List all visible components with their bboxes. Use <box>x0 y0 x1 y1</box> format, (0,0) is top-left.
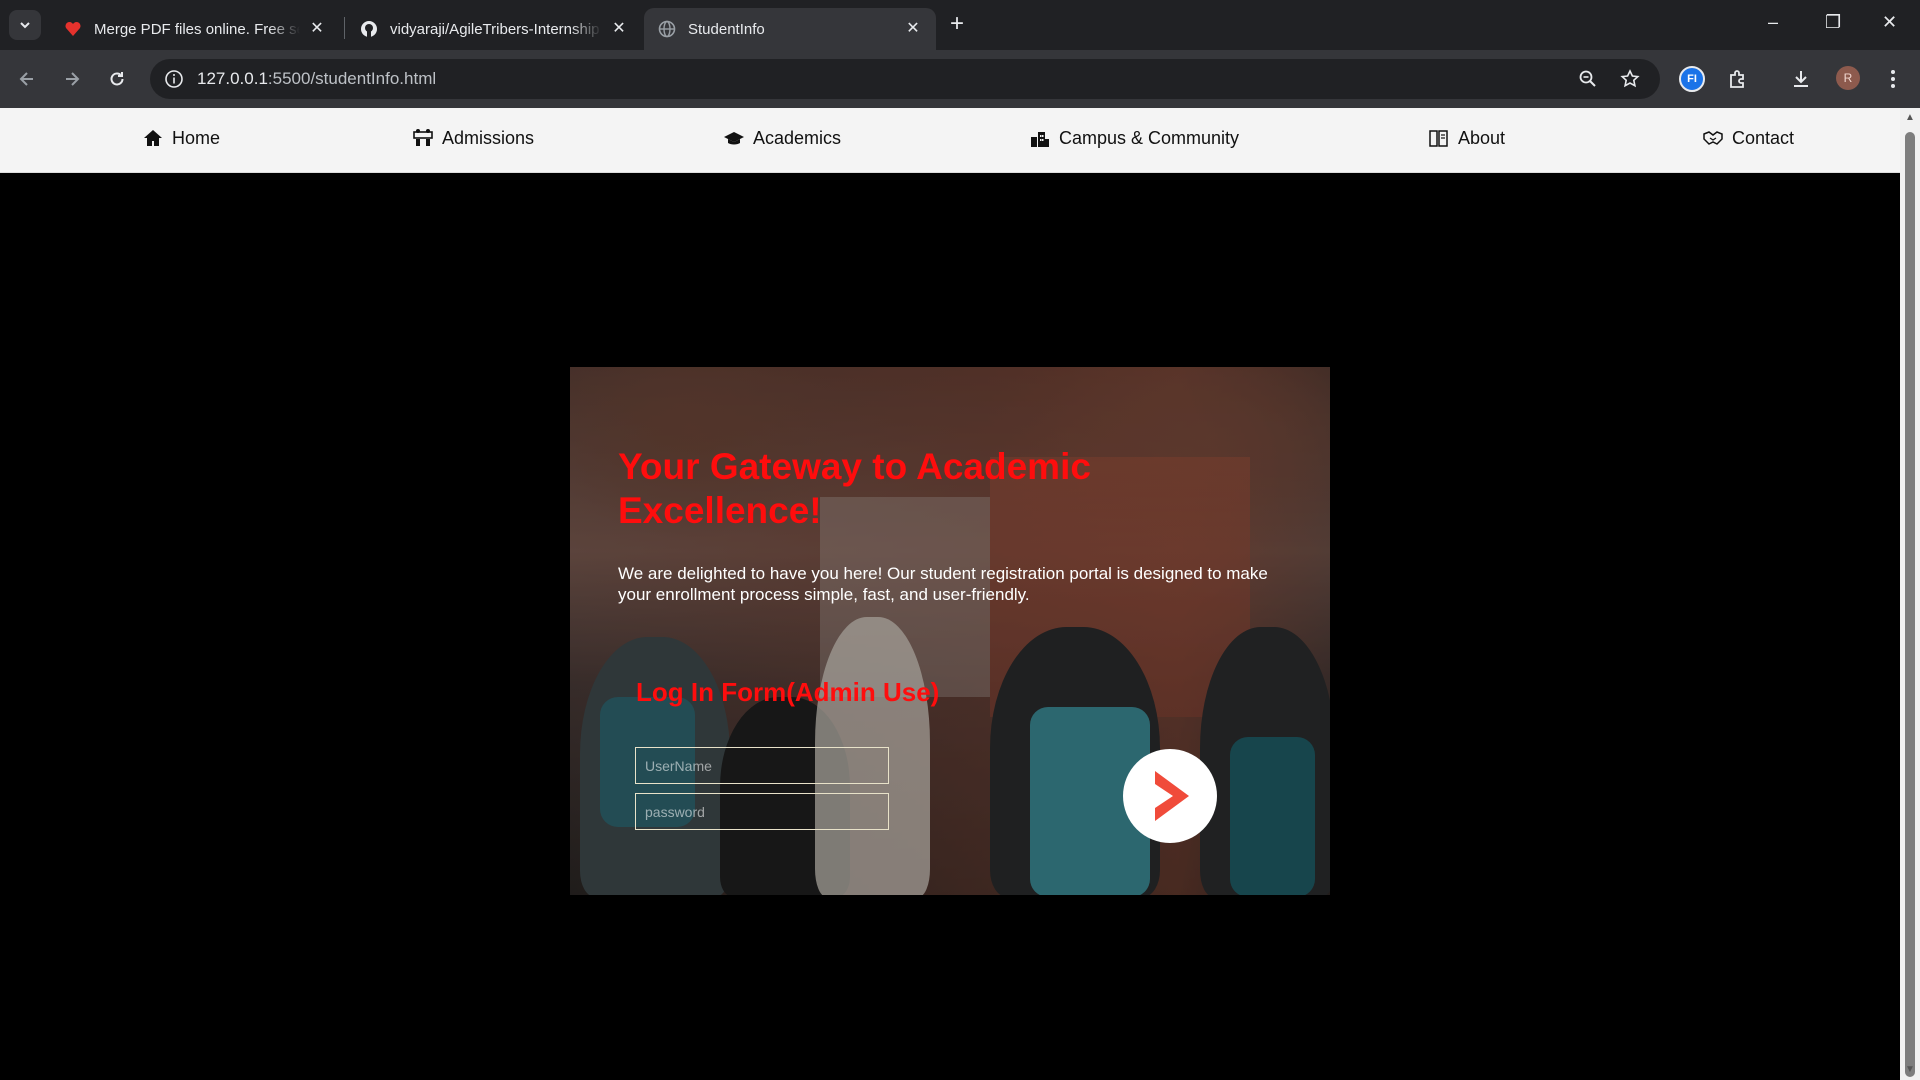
scrollbar-thumb[interactable] <box>1905 132 1915 1077</box>
tab-merge-pdf[interactable]: Merge PDF files online. Free ser ✕ <box>50 8 340 50</box>
close-icon[interactable]: ✕ <box>610 20 628 38</box>
chevron-right-icon <box>1155 771 1189 821</box>
back-icon[interactable] <box>14 66 40 92</box>
nav-campus-community[interactable]: Campus & Community <box>1029 127 1239 149</box>
scroll-up-icon[interactable]: ▲ <box>1904 112 1916 124</box>
nav-label: About <box>1458 127 1506 148</box>
forward-icon[interactable] <box>59 66 85 92</box>
url-path: :5500/studentInfo.html <box>267 69 437 88</box>
menu-kebab-icon[interactable] <box>1880 66 1906 92</box>
nav-label: Academics <box>753 127 842 148</box>
zoom-icon[interactable] <box>1578 69 1598 94</box>
tab-github[interactable]: vidyaraji/AgileTribers-Internship ✕ <box>346 8 642 50</box>
tab-title: StudentInfo <box>688 20 765 38</box>
handshake-icon <box>1702 127 1724 149</box>
hero-description: We are delighted to have you here! Our s… <box>618 564 1268 604</box>
book-icon <box>1428 127 1450 149</box>
hero-card: Your Gateway to Academic Excellence! We … <box>570 367 1330 895</box>
nav-label: Contact <box>1732 127 1795 148</box>
reload-icon[interactable] <box>104 66 130 92</box>
address-bar[interactable]: 127.0.0.1:5500/studentInfo.html <box>150 59 1660 99</box>
restore-icon[interactable]: ❐ <box>1825 12 1841 33</box>
new-tab-icon[interactable]: + <box>950 12 964 36</box>
tab-search-button[interactable] <box>9 10 41 40</box>
password-input[interactable] <box>635 793 889 830</box>
chevron-down-icon <box>20 22 30 29</box>
nav-label: Home <box>172 127 221 148</box>
username-input[interactable] <box>635 747 889 784</box>
download-icon[interactable] <box>1788 66 1814 92</box>
home-icon <box>142 127 164 149</box>
nav-contact[interactable]: Contact <box>1702 127 1794 149</box>
browser-tab-bar: Merge PDF files online. Free ser ✕ vidya… <box>0 0 1920 50</box>
close-icon[interactable]: ✕ <box>308 20 326 38</box>
tab-title: Merge PDF files online. Free ser <box>94 20 300 38</box>
nav-label: Admissions <box>442 127 535 148</box>
login-form-title: Log In Form(Admin Use) <box>636 677 940 707</box>
scroll-down-icon[interactable]: ▼ <box>1904 1064 1916 1076</box>
github-icon <box>360 20 378 38</box>
globe-icon <box>658 20 676 38</box>
login-submit-button[interactable] <box>1123 749 1217 843</box>
extension-label: FI <box>1679 66 1705 92</box>
window-close-icon[interactable]: ✕ <box>1882 12 1897 33</box>
nav-about[interactable]: About <box>1428 127 1505 149</box>
nav-label: Campus & Community <box>1059 127 1240 148</box>
graduation-cap-icon <box>723 127 745 149</box>
extension-fi-icon[interactable]: FI <box>1679 66 1705 92</box>
campus-icon <box>1029 127 1051 149</box>
url-text: 127.0.0.1:5500/studentInfo.html <box>197 69 436 89</box>
admissions-icon <box>412 127 434 149</box>
profile-avatar[interactable]: R <box>1836 66 1860 90</box>
nav-admissions[interactable]: Admissions <box>412 127 534 149</box>
nav-home[interactable]: Home <box>142 127 220 149</box>
hero-title: Your Gateway to Academic Excellence! <box>618 446 1091 531</box>
tab-separator <box>344 17 345 39</box>
url-host: 127.0.0.1 <box>197 69 268 88</box>
minimize-icon[interactable]: – <box>1768 12 1778 33</box>
site-navbar: Home Admissions Academics Campus & Commu… <box>0 108 1900 173</box>
tab-studentinfo[interactable]: StudentInfo ✕ <box>644 8 936 50</box>
pdf-heart-icon <box>64 20 82 38</box>
page-scrollbar[interactable]: ▲ ▼ <box>1900 108 1920 1080</box>
browser-toolbar: 127.0.0.1:5500/studentInfo.html FI <box>0 50 1920 108</box>
close-icon[interactable]: ✕ <box>904 20 922 38</box>
site-info-icon[interactable] <box>164 69 184 94</box>
extensions-puzzle-icon[interactable] <box>1725 66 1751 92</box>
bookmark-star-icon[interactable] <box>1620 69 1640 94</box>
tab-title: vidyaraji/AgileTribers-Internship <box>390 20 600 38</box>
nav-academics[interactable]: Academics <box>723 127 841 149</box>
